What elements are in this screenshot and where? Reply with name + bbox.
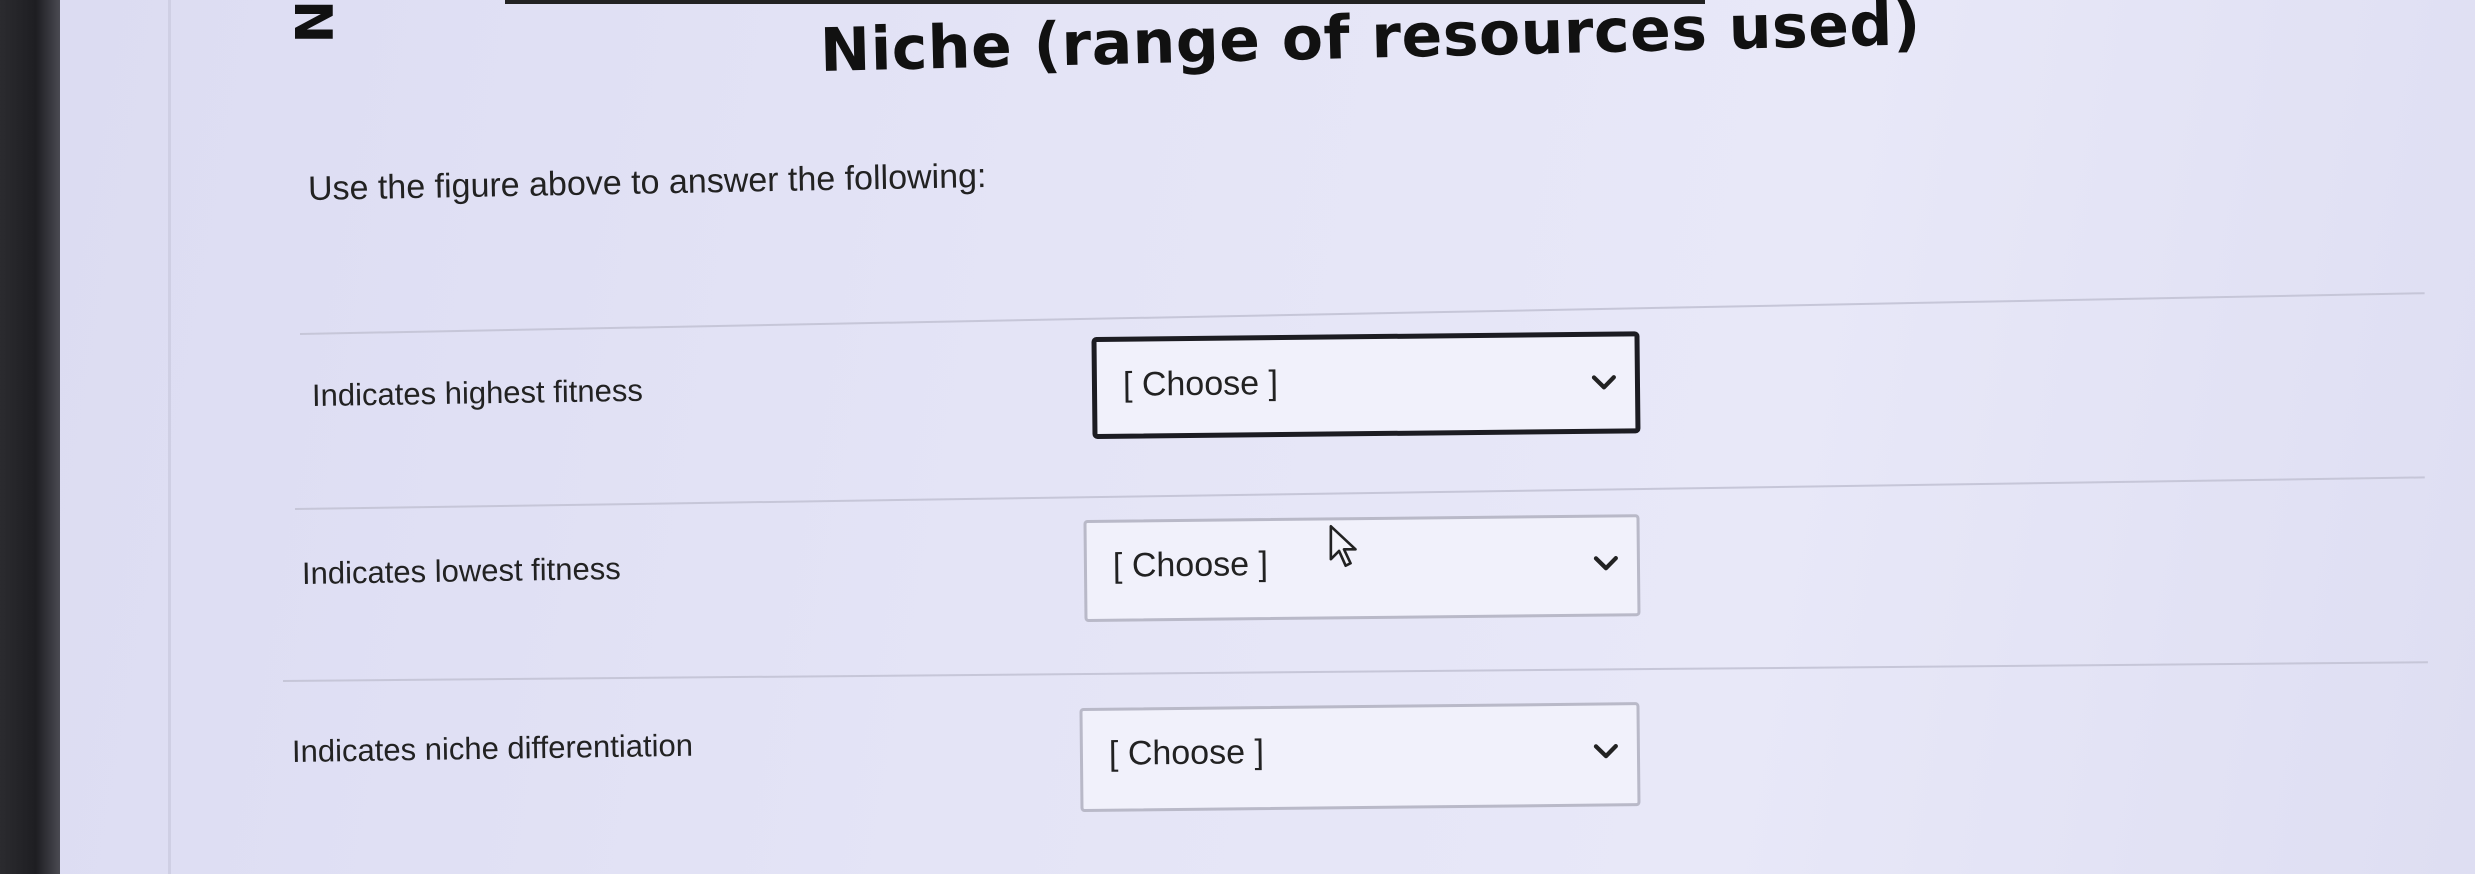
select-value: [ Choose ]: [1108, 733, 1265, 773]
mouse-cursor-icon: [1329, 524, 1357, 568]
select-value: [ Choose ]: [1112, 545, 1269, 585]
question-label-niche-differentiation: Indicates niche differentiation: [291, 727, 694, 769]
question-label-lowest-fitness: Indicates lowest fitness: [301, 550, 621, 591]
chevron-down-icon: [1591, 375, 1616, 390]
select-value: [ Choose ]: [1122, 364, 1279, 404]
select-niche-differentiation[interactable]: [ Choose ]: [1079, 702, 1641, 812]
select-lowest-fitness[interactable]: [ Choose ]: [1083, 514, 1641, 622]
figure-axis-label-fragment: N: [282, 0, 342, 44]
chevron-down-icon: [1593, 744, 1618, 759]
question-label-highest-fitness: Indicates highest fitness: [311, 372, 644, 413]
monitor-bezel: [0, 0, 60, 874]
chevron-down-icon: [1593, 556, 1618, 571]
content-left-border: [168, 0, 171, 874]
select-highest-fitness[interactable]: [ Choose ]: [1092, 332, 1640, 438]
